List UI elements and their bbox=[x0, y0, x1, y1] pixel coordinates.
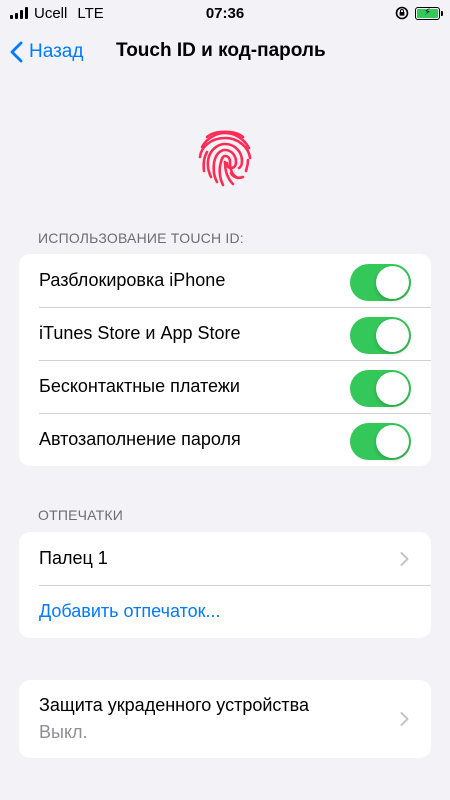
toggle-knob bbox=[376, 372, 409, 405]
toggle-knob bbox=[376, 425, 409, 458]
stolen-device-value: Выкл. bbox=[39, 722, 88, 742]
back-label: Назад bbox=[29, 41, 84, 62]
finger-1-label: Палец 1 bbox=[39, 548, 108, 568]
touch-id-usage-group: Разблокировка iPhone iTunes Store и App … bbox=[19, 254, 431, 466]
status-left: Ucell LTE bbox=[10, 5, 104, 22]
add-fingerprint-link[interactable]: Добавить отпечаток... bbox=[39, 601, 431, 622]
signal-icon bbox=[10, 7, 28, 19]
network-label: LTE bbox=[77, 4, 104, 22]
toggle-row-contactless-payments: Бесконтактные платежи bbox=[19, 360, 431, 413]
fingerprint-icon bbox=[198, 130, 252, 187]
navigation-bar: Назад Touch ID и код-пароль bbox=[0, 30, 450, 74]
add-fingerprint-row[interactable]: Добавить отпечаток... bbox=[19, 585, 431, 638]
orientation-lock-icon bbox=[395, 6, 409, 20]
page-title: Touch ID и код-пароль bbox=[116, 40, 326, 61]
battery-icon: ⚡ bbox=[415, 6, 443, 20]
fingerprints-section-header: ОТПЕЧАТКИ bbox=[38, 507, 123, 523]
contactless-payments-toggle[interactable] bbox=[350, 370, 411, 407]
toggle-knob bbox=[376, 266, 409, 299]
fingerprints-group: Палец 1 Добавить отпечаток... bbox=[19, 532, 431, 638]
carrier-label: Ucell bbox=[34, 4, 68, 22]
password-autofill-toggle[interactable] bbox=[350, 423, 411, 460]
chevron-right-icon bbox=[400, 712, 409, 726]
chevron-left-icon bbox=[10, 41, 23, 63]
chevron-right-icon bbox=[400, 551, 409, 566]
toggle-knob bbox=[376, 319, 409, 352]
stolen-device-label: Защита украденного устройства bbox=[39, 695, 310, 715]
itunes-app-store-toggle[interactable] bbox=[350, 317, 411, 354]
toggle-row-itunes-app-store: iTunes Store и App Store bbox=[19, 307, 431, 360]
status-right: ⚡ bbox=[395, 6, 443, 20]
back-button[interactable]: Назад bbox=[10, 36, 83, 68]
finger-1-row[interactable]: Палец 1 bbox=[19, 532, 431, 585]
toggle-row-password-autofill: Автозаполнение пароля bbox=[19, 413, 431, 466]
status-bar: Ucell LTE 07:36 ⚡ bbox=[0, 0, 450, 26]
unlock-iphone-toggle[interactable] bbox=[350, 264, 411, 301]
stolen-device-group: Защита украденного устройства Выкл. bbox=[19, 680, 431, 758]
stolen-device-protection-row[interactable]: Защита украденного устройства Выкл. bbox=[19, 680, 431, 758]
toggle-row-unlock-iphone: Разблокировка iPhone bbox=[19, 254, 431, 307]
touch-id-section-header: ИСПОЛЬЗОВАНИЕ TOUCH ID: bbox=[38, 230, 244, 246]
